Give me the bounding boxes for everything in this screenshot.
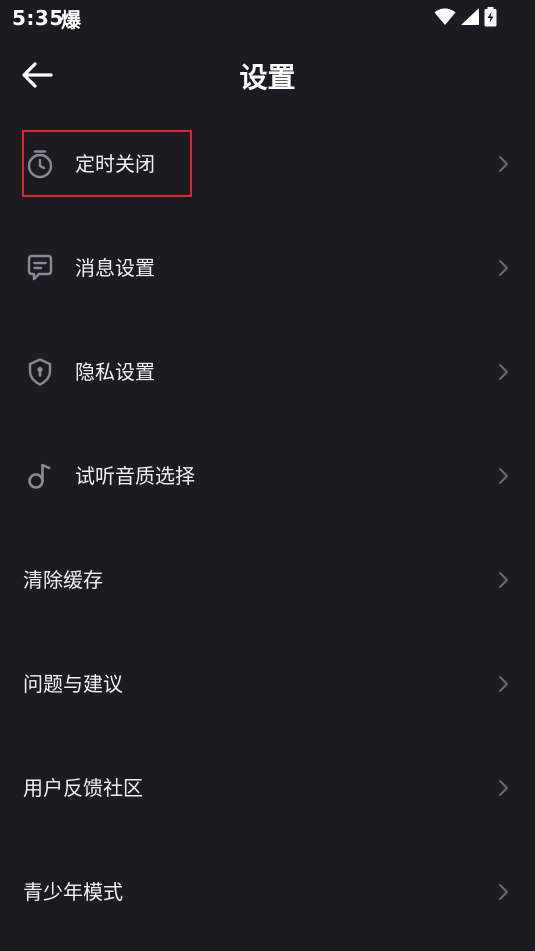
settings-item-label: 消息设置	[75, 256, 155, 280]
notification-app-icon: 爆	[61, 8, 81, 32]
shield-lock-icon	[24, 356, 56, 388]
settings-item-clear-cache[interactable]: 清除缓存	[0, 528, 535, 632]
settings-item-label: 清除缓存	[23, 568, 103, 592]
settings-item-feedback[interactable]: 问题与建议	[0, 632, 535, 736]
settings-item-audio-quality[interactable]: 试听音质选择	[0, 424, 535, 528]
settings-item-label: 青少年模式	[23, 880, 123, 904]
status-icons	[434, 7, 497, 27]
chevron-right-icon	[499, 364, 508, 380]
header: 设置	[0, 40, 535, 112]
settings-item-label: 用户反馈社区	[23, 776, 143, 800]
chevron-right-icon	[499, 572, 508, 588]
chevron-right-icon	[499, 780, 508, 796]
settings-item-label: 问题与建议	[23, 672, 123, 696]
settings-item-label: 试听音质选择	[75, 464, 195, 488]
settings-item-message[interactable]: 消息设置	[0, 216, 535, 320]
settings-item-label: 隐私设置	[75, 360, 155, 384]
settings-item-privacy[interactable]: 隐私设置	[0, 320, 535, 424]
chevron-right-icon	[499, 676, 508, 692]
settings-list: 定时关闭 消息设置 隐私设置 试听音质选择 清除缓存 问题与建议 用户反馈社区 …	[0, 112, 535, 944]
page-title: 设置	[239, 61, 296, 94]
timer-icon	[24, 148, 56, 180]
signal-icon	[461, 8, 479, 25]
music-note-icon	[24, 460, 56, 492]
status-bar: 5:35 爆	[0, 0, 535, 36]
status-time: 5:35	[12, 6, 64, 30]
settings-item-community[interactable]: 用户反馈社区	[0, 736, 535, 840]
settings-item-label: 定时关闭	[75, 152, 155, 176]
battery-charging-icon	[484, 7, 497, 27]
chevron-right-icon	[499, 260, 508, 276]
settings-item-timer-off[interactable]: 定时关闭	[0, 112, 535, 216]
chevron-right-icon	[499, 468, 508, 484]
chevron-right-icon	[499, 884, 508, 900]
chevron-right-icon	[499, 156, 508, 172]
message-icon	[24, 252, 56, 284]
settings-item-teen-mode[interactable]: 青少年模式	[0, 840, 535, 944]
wifi-icon	[434, 8, 456, 25]
